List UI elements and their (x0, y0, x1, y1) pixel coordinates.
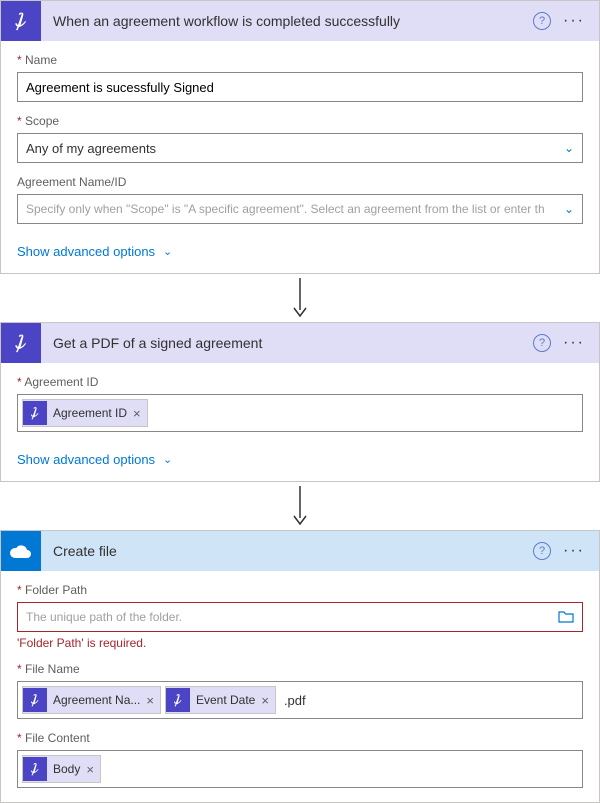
trigger-body: Name Scope Any of my agreements ⌄ Agreem… (1, 41, 599, 238)
create-file-card: Create file ? ··· Folder Path The unique… (0, 530, 600, 803)
remove-token-icon[interactable]: × (133, 406, 141, 421)
agreement-name-select[interactable]: Specify only when "Scope" is "A specific… (17, 194, 583, 224)
onedrive-icon (1, 531, 41, 571)
flow-connector (0, 482, 600, 530)
name-field: Name (17, 53, 583, 102)
agreement-id-input[interactable]: Agreement ID × (17, 394, 583, 432)
help-icon[interactable]: ? (533, 12, 551, 30)
file-name-field: File Name Agreement Na... × Event Date × (17, 662, 583, 719)
file-name-suffix: .pdf (284, 693, 306, 708)
more-icon[interactable]: ··· (563, 12, 585, 30)
scope-value: Any of my agreements (26, 141, 564, 156)
file-content-field: File Content Body × (17, 731, 583, 788)
create-file-body: Folder Path The unique path of the folde… (1, 571, 599, 802)
show-advanced-link[interactable]: Show advanced options ⌄ (1, 238, 599, 273)
chevron-down-icon: ⌄ (163, 245, 172, 258)
trigger-header[interactable]: When an agreement workflow is completed … (1, 1, 599, 41)
folder-path-error: 'Folder Path' is required. (17, 636, 583, 650)
create-file-title: Create file (41, 543, 533, 559)
more-icon[interactable]: ··· (563, 542, 585, 560)
flow-connector (0, 274, 600, 322)
help-icon[interactable]: ? (533, 334, 551, 352)
folder-path-field: Folder Path The unique path of the folde… (17, 583, 583, 650)
get-pdf-body: Agreement ID Agreement ID × (1, 363, 599, 446)
remove-token-icon[interactable]: × (86, 762, 94, 777)
folder-path-input[interactable]: The unique path of the folder. (17, 602, 583, 632)
scope-select[interactable]: Any of my agreements ⌄ (17, 133, 583, 163)
token-event-date[interactable]: Event Date × (165, 686, 276, 714)
help-icon[interactable]: ? (533, 542, 551, 560)
name-input-text[interactable] (26, 80, 574, 95)
name-input[interactable] (17, 72, 583, 102)
token-body[interactable]: Body × (22, 755, 101, 783)
get-pdf-title: Get a PDF of a signed agreement (41, 335, 533, 351)
folder-path-label: Folder Path (17, 583, 583, 597)
remove-token-icon[interactable]: × (146, 693, 154, 708)
show-advanced-link[interactable]: Show advanced options ⌄ (1, 446, 599, 481)
folder-picker-icon[interactable] (558, 611, 574, 623)
folder-path-placeholder: The unique path of the folder. (26, 610, 558, 624)
agreement-id-field: Agreement ID Agreement ID × (17, 375, 583, 432)
adobe-sign-icon (23, 757, 47, 781)
agreement-name-placeholder: Specify only when "Scope" is "A specific… (26, 202, 558, 216)
chevron-down-icon: ⌄ (163, 453, 172, 466)
adobe-sign-icon (166, 688, 190, 712)
token-agreement-name[interactable]: Agreement Na... × (22, 686, 161, 714)
file-content-input[interactable]: Body × (17, 750, 583, 788)
chevron-down-icon: ⌄ (564, 202, 574, 216)
get-pdf-card: Get a PDF of a signed agreement ? ··· Ag… (0, 322, 600, 482)
adobe-sign-icon (1, 323, 41, 363)
get-pdf-header[interactable]: Get a PDF of a signed agreement ? ··· (1, 323, 599, 363)
adobe-sign-icon (23, 401, 47, 425)
agreement-name-label: Agreement Name/ID (17, 175, 583, 189)
token-agreement-id[interactable]: Agreement ID × (22, 399, 148, 427)
chevron-down-icon: ⌄ (564, 141, 574, 155)
file-name-input[interactable]: Agreement Na... × Event Date × .pdf (17, 681, 583, 719)
scope-label: Scope (17, 114, 583, 128)
scope-field: Scope Any of my agreements ⌄ (17, 114, 583, 163)
trigger-card: When an agreement workflow is completed … (0, 0, 600, 274)
agreement-name-field: Agreement Name/ID Specify only when "Sco… (17, 175, 583, 224)
file-name-label: File Name (17, 662, 583, 676)
agreement-id-label: Agreement ID (17, 375, 583, 389)
adobe-sign-icon (23, 688, 47, 712)
more-icon[interactable]: ··· (563, 334, 585, 352)
name-label: Name (17, 53, 583, 67)
remove-token-icon[interactable]: × (261, 693, 269, 708)
create-file-header[interactable]: Create file ? ··· (1, 531, 599, 571)
trigger-title: When an agreement workflow is completed … (41, 13, 533, 29)
adobe-sign-icon (1, 1, 41, 41)
file-content-label: File Content (17, 731, 583, 745)
